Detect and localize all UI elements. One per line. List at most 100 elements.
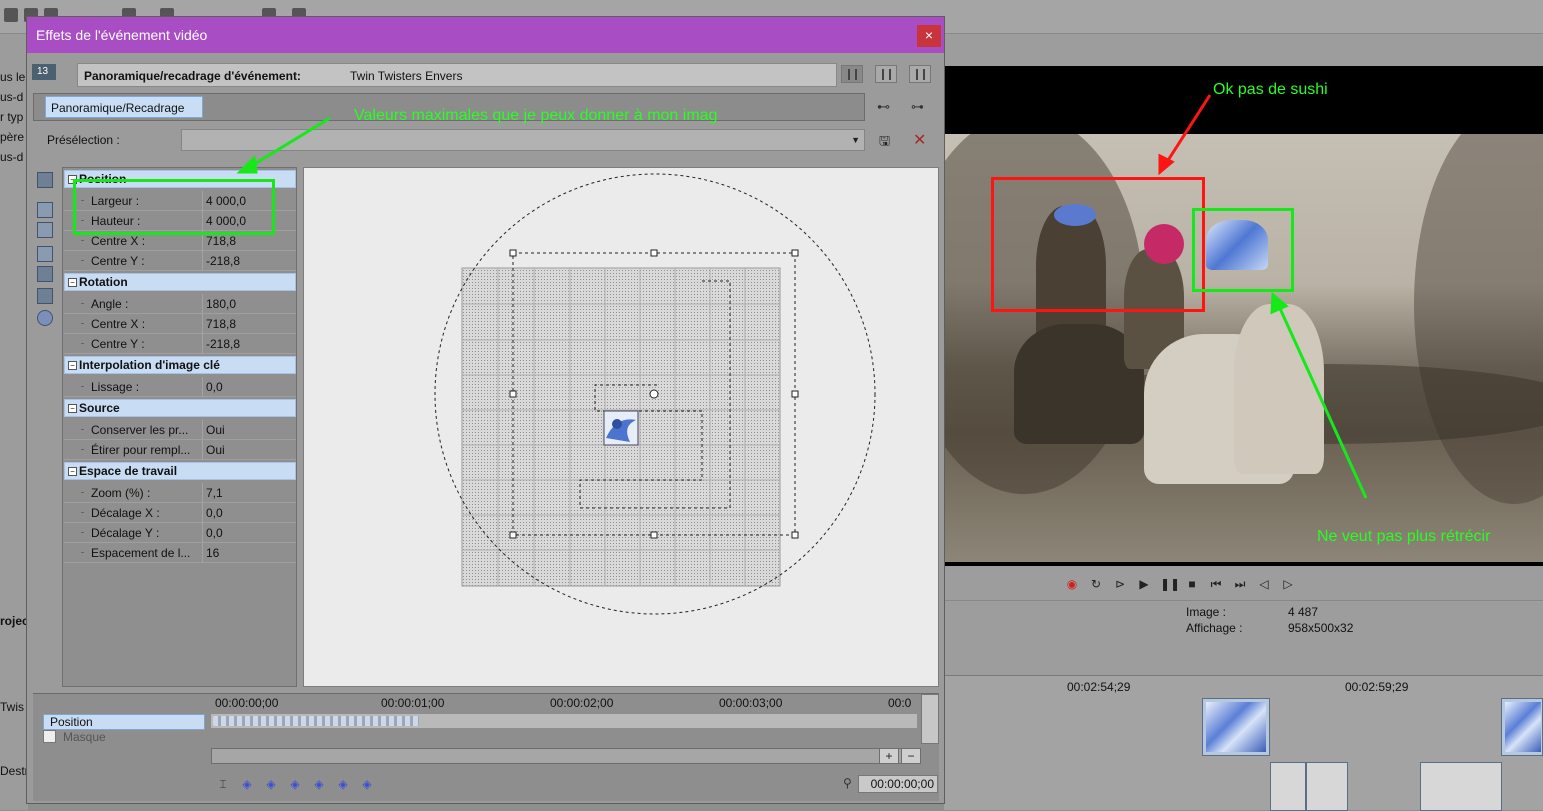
chain-tab-pan-crop[interactable]: Panoramique/Recadrage [45,96,203,118]
go-start-icon[interactable]: ⏮ [1208,576,1224,592]
view-mode-single-button[interactable] [841,65,863,83]
timeline[interactable]: 00:02:54;29 00:02:59;29 [944,675,1543,811]
delete-preset-button[interactable]: ✕ [913,130,931,149]
property-row[interactable]: Espacement de l... 16 [64,543,296,563]
property-value[interactable]: 0,0 [202,377,296,397]
panel-item[interactable]: père [0,130,28,144]
keyframe-time-field[interactable]: 00:00:00;00 [858,775,938,793]
preset-label: Présélection : [47,133,120,147]
horizontal-scrollbar[interactable] [211,748,917,764]
property-section-header[interactable]: − Espace de travail [64,462,296,480]
track-position[interactable]: Position [43,714,205,730]
preview-info: Image : 4 487 Affichage : 958x500x32 [944,600,1543,640]
vertical-scrollbar[interactable] [921,694,939,744]
collapse-toggle-icon[interactable]: − [68,467,77,476]
property-row[interactable]: Angle : 180,0 [64,294,296,314]
property-label: Zoom (%) : [91,486,151,500]
video-clip[interactable] [1420,762,1502,811]
zoom-tool-icon[interactable] [37,222,53,238]
plugin-chain-icon[interactable]: ⊷ [877,99,895,115]
size-about-center-icon[interactable] [37,266,53,282]
fx-badge: 13 [32,64,56,80]
tree-dot [81,492,84,493]
property-row[interactable]: Centre X : 718,8 [64,314,296,334]
video-clip[interactable] [1202,698,1270,756]
next-frame-icon[interactable]: ▷ [1280,576,1296,592]
property-row[interactable]: Décalage Y : 0,0 [64,523,296,543]
property-row[interactable]: Étirer pour rempl... Oui [64,440,296,460]
property-value[interactable]: Oui [202,420,296,440]
move-icon[interactable] [37,310,53,326]
property-section-header[interactable]: − Source [64,399,296,417]
property-value[interactable]: Oui [202,440,296,460]
normal-edit-tool-icon[interactable] [37,202,53,218]
next-keyframe-icon[interactable]: ◈ [335,776,351,792]
panel-item[interactable]: us-d [0,90,28,104]
dialog-title: Effets de l'événement vidéo [36,27,208,43]
zoom-in-button[interactable]: + [879,748,899,764]
property-value[interactable]: 16 [202,543,296,563]
track-name[interactable]: Twis [0,700,28,714]
property-section-header[interactable]: − Rotation [64,273,296,291]
pause-icon[interactable]: ❚❚ [1160,576,1180,592]
collapse-toggle-icon[interactable]: − [68,278,77,287]
save-icon[interactable] [4,8,18,22]
loop-icon[interactable]: ↻ [1088,576,1104,592]
video-clip[interactable] [1501,698,1543,756]
property-value[interactable]: 0,0 [202,503,296,523]
remove-plugin-icon[interactable]: ⊶ [911,99,929,115]
property-row[interactable]: Conserver les pr... Oui [64,420,296,440]
track-name[interactable]: Destr [0,764,28,778]
collapse-toggle-icon[interactable]: − [68,361,77,370]
property-value[interactable]: 180,0 [202,294,296,314]
property-value[interactable]: 7,1 [202,483,296,503]
track-mask[interactable]: Masque [43,730,205,746]
property-section-header[interactable]: − Interpolation d'image clé [64,356,296,374]
tree-dot [81,323,84,324]
play-from-start-icon[interactable]: ⊳ [1112,576,1128,592]
sync-cursor-icon[interactable]: ⌶ [215,776,231,792]
show-properties-icon[interactable] [37,172,53,188]
panel-item[interactable]: us le [0,70,28,84]
property-value[interactable]: 718,8 [202,314,296,334]
first-keyframe-icon[interactable]: ◈ [239,776,255,792]
record-icon[interactable]: ◉ [1064,576,1080,592]
keyframe-ruler[interactable]: 00:00:00;00 00:00:01;00 00:00:02;00 00:0… [211,694,917,712]
add-keyframe-icon[interactable]: ◈ [287,776,303,792]
video-event-fx-dialog: Effets de l'événement vidéo × 13 Panoram… [26,16,945,804]
last-keyframe-icon[interactable]: ◈ [359,776,375,792]
property-row[interactable]: Lissage : 0,0 [64,377,296,397]
property-row[interactable]: Zoom (%) : 7,1 [64,483,296,503]
property-value[interactable]: -218,8 [202,251,296,271]
property-value[interactable]: 0,0 [202,523,296,543]
close-button[interactable]: × [917,25,941,47]
collapse-toggle-icon[interactable]: − [68,404,77,413]
go-end-icon[interactable]: ⏭ [1232,576,1248,592]
property-row[interactable]: Centre Y : -218,8 [64,334,296,354]
workspace-svg[interactable] [304,168,939,687]
zoom-out-button[interactable]: − [901,748,921,764]
project-tab[interactable]: rojec [0,614,28,628]
panel-item[interactable]: us-d [0,150,28,164]
lock-aspect-icon[interactable] [37,246,53,262]
preset-dropdown[interactable]: ▼ [181,129,865,151]
dialog-titlebar[interactable]: Effets de l'événement vidéo × [27,17,944,53]
move-freely-icon[interactable] [37,288,53,304]
video-clip[interactable] [1270,762,1306,811]
property-row[interactable]: Décalage X : 0,0 [64,503,296,523]
property-row[interactable]: Centre Y : -218,8 [64,251,296,271]
prev-frame-icon[interactable]: ◁ [1256,576,1272,592]
keyframe-track[interactable] [211,714,917,728]
stop-icon[interactable]: ■ [1184,576,1200,592]
view-mode-split-button[interactable] [875,65,897,83]
keyframe-markers[interactable] [213,716,419,726]
property-value[interactable]: -218,8 [202,334,296,354]
view-mode-grid-button[interactable] [909,65,931,83]
panel-item[interactable]: r typ [0,110,28,124]
pan-crop-workspace[interactable] [303,167,939,687]
play-icon[interactable]: ▶ [1136,576,1152,592]
delete-keyframe-icon[interactable]: ◈ [311,776,327,792]
prev-keyframe-icon[interactable]: ◈ [263,776,279,792]
save-preset-button[interactable]: 🖫 [879,132,895,148]
video-clip[interactable] [1306,762,1348,811]
